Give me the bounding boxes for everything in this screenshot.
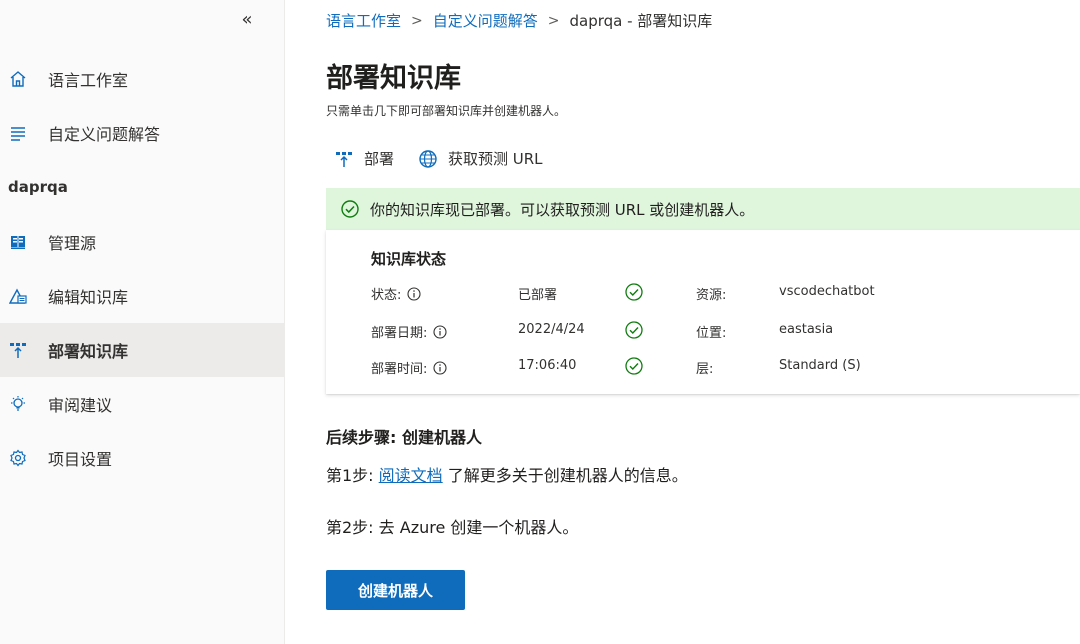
breadcrumb-custom-qa[interactable]: 自定义问题解答 bbox=[433, 10, 538, 31]
deploy-time-value: 17:06:40 bbox=[518, 358, 577, 373]
globe-icon bbox=[418, 149, 438, 169]
deploy-button-label: 部署 bbox=[364, 150, 395, 168]
get-prediction-url-label: 获取预测 URL bbox=[448, 150, 543, 168]
sidebar-item-label: 管理源 bbox=[48, 234, 97, 253]
sidebar-item-label: 编辑知识库 bbox=[48, 288, 129, 307]
sidebar-item-edit-kb[interactable]: 编辑知识库 bbox=[0, 269, 285, 323]
page-subtitle: 只需单击几下即可部署知识库并创建机器人。 bbox=[326, 104, 567, 118]
status-value: 已部署 bbox=[518, 288, 558, 303]
main-content: 语言工作室 > 自定义问题解答 > daprqa - 部署知识库 部署知识库 只… bbox=[326, 0, 1080, 644]
info-icon[interactable] bbox=[433, 360, 447, 375]
sidebar-item-label: 部署知识库 bbox=[48, 342, 129, 361]
book-icon bbox=[8, 232, 28, 252]
list-icon bbox=[8, 123, 28, 143]
status-row-date: 部署日期: 2022/4/24 位置: eastasia bbox=[326, 320, 1080, 344]
status-row-state: 状态: 已部署 资源: vscodechatbot bbox=[326, 282, 1080, 306]
info-icon[interactable] bbox=[407, 286, 421, 301]
sidebar-item-custom-qa[interactable]: 自定义问题解答 bbox=[0, 106, 285, 160]
next-steps-title: 后续步骤: 创建机器人 bbox=[326, 428, 482, 447]
status-label-text: 状态: bbox=[371, 288, 402, 303]
success-banner-message: 你的知识库现已部署。可以获取预测 URL 或创建机器人。 bbox=[370, 200, 755, 219]
status-label: 状态: bbox=[371, 284, 421, 303]
deploy-date-value: 2022/4/24 bbox=[518, 322, 585, 337]
check-circle-icon bbox=[625, 321, 643, 339]
deploy-icon bbox=[8, 340, 28, 360]
gear-icon bbox=[8, 448, 28, 468]
next-step-2: 第2步: 去 Azure 创建一个机器人。 bbox=[326, 518, 579, 537]
breadcrumb-separator: > bbox=[547, 12, 560, 29]
check-circle-icon bbox=[625, 283, 643, 301]
location-label: 位置: bbox=[696, 326, 727, 341]
lightbulb-icon bbox=[8, 394, 28, 414]
step1-prefix: 第1步: bbox=[326, 466, 374, 485]
location-value: eastasia bbox=[779, 322, 834, 337]
deploy-icon bbox=[334, 149, 354, 169]
next-step-1: 第1步: 阅读文档 了解更多关于创建机器人的信息。 bbox=[326, 462, 688, 486]
app-window: « 语言工作室 自定义问题解答 daprqa 管理源 编辑知识库 部署知识库 审… bbox=[0, 0, 1080, 644]
kb-status-title: 知识库状态 bbox=[371, 250, 447, 268]
status-row-time: 部署时间: 17:06:40 层: Standard (S) bbox=[326, 356, 1080, 380]
command-bar: 部署 获取预测 URL bbox=[334, 148, 543, 169]
sidebar-item-label: 项目设置 bbox=[48, 450, 113, 469]
kb-status-card: 知识库状态 状态: 已部署 资源: vscodechatbot 部署日期: 20… bbox=[326, 230, 1080, 394]
edit-kb-icon bbox=[8, 286, 28, 306]
breadcrumb-current: daprqa - 部署知识库 bbox=[569, 12, 713, 30]
sidebar-item-project-settings[interactable]: 项目设置 bbox=[0, 431, 285, 485]
sidebar-item-language-studio[interactable]: 语言工作室 bbox=[0, 52, 285, 106]
step1-suffix: 了解更多关于创建机器人的信息。 bbox=[447, 466, 688, 485]
check-circle-icon bbox=[340, 199, 360, 219]
breadcrumb-language-studio[interactable]: 语言工作室 bbox=[326, 10, 401, 31]
sidebar-item-label: 自定义问题解答 bbox=[48, 125, 161, 144]
page-title: 部署知识库 bbox=[326, 63, 461, 94]
collapse-sidebar-button[interactable]: « bbox=[234, 8, 260, 34]
sidebar-item-review-suggestions[interactable]: 审阅建议 bbox=[0, 377, 285, 431]
resource-value: vscodechatbot bbox=[779, 284, 875, 299]
get-prediction-url-button[interactable]: 获取预测 URL bbox=[418, 148, 543, 169]
check-circle-icon bbox=[625, 357, 643, 375]
breadcrumb: 语言工作室 > 自定义问题解答 > daprqa - 部署知识库 bbox=[326, 10, 712, 31]
resource-label: 资源: bbox=[696, 288, 727, 303]
project-name: daprqa bbox=[8, 178, 68, 196]
deploy-time-label-text: 部署时间: bbox=[371, 362, 428, 377]
info-icon[interactable] bbox=[433, 324, 447, 339]
read-docs-link[interactable]: 阅读文档 bbox=[379, 466, 443, 485]
deploy-button[interactable]: 部署 bbox=[334, 148, 394, 169]
tier-value: Standard (S) bbox=[779, 358, 861, 373]
deploy-date-label-text: 部署日期: bbox=[371, 326, 428, 341]
home-icon bbox=[8, 69, 28, 89]
tier-label: 层: bbox=[696, 362, 714, 377]
deploy-time-label: 部署时间: bbox=[371, 358, 447, 377]
breadcrumb-separator: > bbox=[411, 12, 423, 29]
sidebar-item-label: 语言工作室 bbox=[48, 71, 129, 90]
deploy-date-label: 部署日期: bbox=[371, 322, 447, 341]
sidebar-item-deploy-kb[interactable]: 部署知识库 bbox=[0, 323, 285, 377]
create-bot-button[interactable]: 创建机器人 bbox=[326, 570, 465, 610]
sidebar-item-manage-sources[interactable]: 管理源 bbox=[0, 215, 285, 269]
sidebar: « 语言工作室 自定义问题解答 daprqa 管理源 编辑知识库 部署知识库 审… bbox=[0, 0, 285, 644]
sidebar-item-label: 审阅建议 bbox=[48, 396, 113, 415]
success-banner: 你的知识库现已部署。可以获取预测 URL 或创建机器人。 bbox=[326, 188, 1080, 230]
